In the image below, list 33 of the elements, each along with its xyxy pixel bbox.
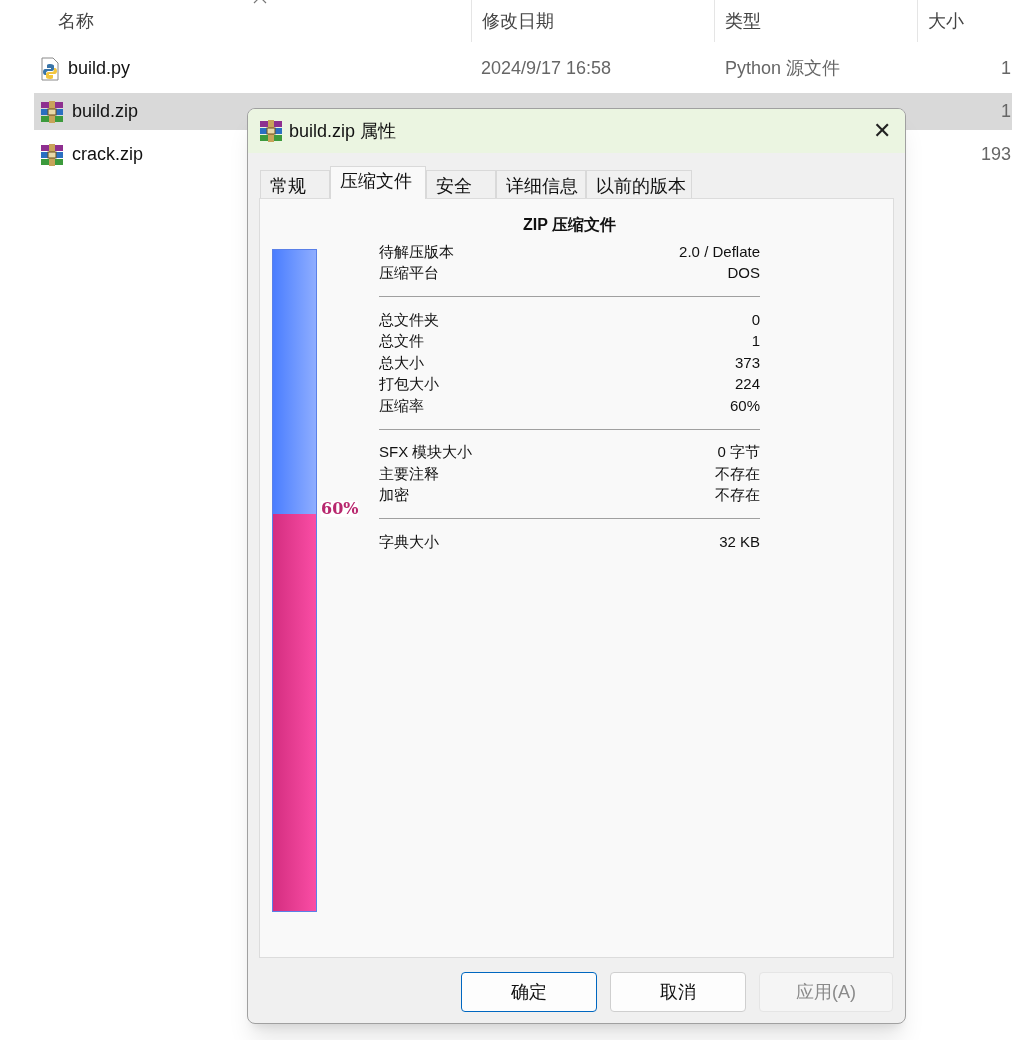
modified-date: 2024/9/17 16:58 [481, 58, 612, 78]
property-label: 打包大小 [379, 374, 439, 394]
property-value: 373 [734, 352, 760, 373]
property-value: 不存在 [715, 485, 760, 505]
file-size: 1 [1001, 57, 1011, 80]
property-label: 总大小 [379, 352, 424, 373]
file-name: build.zip [72, 100, 139, 123]
property-label: 字典大小 [379, 531, 439, 552]
ratio-label: 60% [321, 501, 359, 518]
window-title: build.zip 属性 [289, 119, 397, 143]
file-type: Python 源文件 [725, 58, 841, 78]
file-name: crack.zip [72, 143, 143, 166]
property-label: 总文件夹 [379, 309, 439, 330]
property-label: SFX 模块大小 [379, 442, 473, 462]
info-heading: ZIP 压缩文件 [521, 215, 617, 235]
file-size: 1 [1001, 100, 1011, 123]
property-value: 60% [729, 395, 760, 416]
property-value: 不存在 [715, 463, 760, 484]
property-label: 主要注释 [379, 463, 439, 484]
property-value: 224 [734, 374, 760, 394]
property-value: 2.0 / Deflate [679, 241, 760, 262]
property-value: 0 字节 [717, 442, 760, 462]
file-size: 193 [980, 143, 1011, 166]
property-label: 加密 [379, 485, 409, 505]
property-label: 总文件 [379, 331, 424, 351]
property-value: 1 [751, 331, 760, 351]
property-value: 0 [751, 309, 760, 330]
file-name: build.py [68, 57, 131, 80]
property-label: 待解压版本 [379, 241, 454, 262]
property-value: 32 KB [719, 531, 760, 552]
property-label: 压缩平台 [379, 263, 439, 283]
property-value: DOS [727, 263, 760, 283]
property-label: 压缩率 [379, 395, 424, 416]
